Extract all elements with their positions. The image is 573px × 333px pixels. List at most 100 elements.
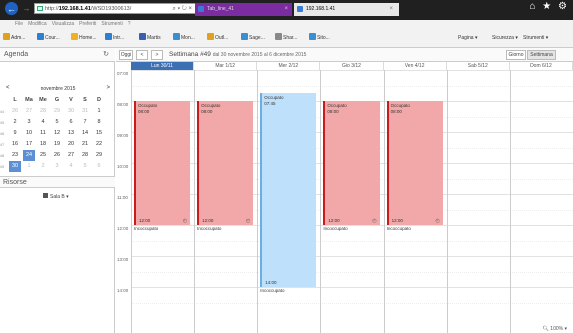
zoom-level[interactable]: 🔍︎ 100% ▾ [543, 326, 567, 332]
calendar-day[interactable]: 28 [37, 106, 49, 117]
calendar-day[interactable]: 5 [51, 117, 63, 128]
calendar-day[interactable]: 16 [9, 139, 21, 150]
favorite-link[interactable]: Sage... [241, 29, 265, 48]
day-header[interactable]: Sab 5/12 [447, 62, 510, 70]
day-header[interactable]: Dom 6/12 [510, 62, 573, 70]
calendar-day[interactable]: 30 [65, 106, 77, 117]
calendar-day[interactable]: 10 [23, 128, 35, 139]
day-column-divider [194, 70, 196, 333]
day-header[interactable]: Gio 3/12 [320, 62, 384, 70]
menu-item[interactable]: Strumenti [101, 21, 122, 27]
calendar-day[interactable]: 26 [51, 150, 63, 161]
calendar-day[interactable]: 6 [65, 117, 77, 128]
resource-selector[interactable]: Sala B ▾ [40, 193, 72, 202]
weekday-label: Ma [25, 97, 33, 103]
command-menu[interactable]: Sicurezza ▾ [492, 29, 518, 48]
calendar-event[interactable]: Occupato 07:45 14:00 [260, 93, 317, 287]
view-week-button[interactable]: Settimana [527, 50, 556, 60]
favorite-link[interactable]: Shar... [275, 29, 297, 48]
calendar-day[interactable]: 28 [79, 150, 91, 161]
favorite-label: Sito... [317, 35, 330, 41]
calendar-day[interactable]: 29 [93, 150, 105, 161]
calendar-day[interactable]: 18 [37, 139, 49, 150]
menu-item[interactable]: Modifica [28, 21, 47, 27]
prev-week-button[interactable]: < [136, 50, 148, 60]
favorite-label: Home... [79, 35, 97, 41]
calendar-day[interactable]: 31 [79, 106, 91, 117]
menu-item[interactable]: ? [128, 21, 131, 27]
favorite-link[interactable]: Home... [71, 29, 97, 48]
day-header[interactable]: Mer 2/12 [257, 62, 321, 70]
calendar-day[interactable]: 27 [23, 106, 35, 117]
search-refresh-icons[interactable]: ⌕ ▾ ↻ × [173, 4, 192, 13]
favorite-link[interactable]: Cour... [37, 29, 60, 48]
calendar-day[interactable]: 11 [37, 128, 49, 139]
calendar-day[interactable]: 24 [23, 150, 35, 161]
calendar-day[interactable]: 4 [65, 161, 77, 172]
refresh-icon[interactable]: ↻ [103, 50, 109, 58]
menu-item[interactable]: Visualizza [52, 21, 74, 27]
menu-item[interactable]: File [15, 21, 23, 27]
time-grid[interactable]: 07:00 08:00 09:00 10:00 11:00 12:00 13:00 14:00… [116, 70, 573, 333]
calendar-day[interactable]: 8 [93, 117, 105, 128]
favorite-link[interactable]: Mon... [173, 29, 195, 48]
calendar-day[interactable]: 12 [51, 128, 63, 139]
tab-close-icon[interactable]: × [389, 3, 393, 16]
favorite-link[interactable]: Intr... [105, 29, 124, 48]
calendar-day[interactable]: 19 [51, 139, 63, 150]
day-column-divider [320, 70, 322, 333]
today-button[interactable]: Oggi [119, 50, 133, 60]
calendar-day[interactable]: 5 [79, 161, 91, 172]
view-day-button[interactable]: Giorno [506, 50, 526, 60]
back-button[interactable]: ← [5, 2, 18, 15]
calendar-day[interactable]: 14 [79, 128, 91, 139]
favorite-link[interactable]: Adm... [3, 29, 25, 48]
calendar-day[interactable]: 30 [9, 161, 21, 172]
next-month-button[interactable]: > [106, 85, 110, 91]
favorite-link[interactable]: Martis [139, 29, 161, 48]
calendar-day[interactable]: 13 [65, 128, 77, 139]
calendar-day[interactable]: 29 [51, 106, 63, 117]
calendar-day[interactable]: 21 [79, 139, 91, 150]
forward-button[interactable]: → [21, 2, 32, 15]
home-favorites-settings-icons[interactable]: ⌂ ★ ⚙ [529, 1, 569, 12]
calendar-day[interactable]: 3 [23, 117, 35, 128]
command-menu[interactable]: Pagina ▾ [458, 29, 477, 48]
sidebar: Agenda ↻ < novembre 2015 > L Ma Me G V S D 44 26… [0, 48, 115, 333]
calendar-day[interactable]: 15 [93, 128, 105, 139]
calendar-day[interactable]: 1 [23, 161, 35, 172]
hour-line [131, 256, 573, 257]
calendar-event[interactable]: Occupato 08:00 12:00 ◴ [134, 101, 191, 225]
calendar-day[interactable]: 25 [37, 150, 49, 161]
day-header[interactable]: Ven 4/12 [384, 62, 447, 70]
calendar-day[interactable]: 27 [65, 150, 77, 161]
menu-item[interactable]: Preferiti [79, 21, 96, 27]
next-week-button[interactable]: > [151, 50, 163, 60]
calendar-day[interactable]: 1 [93, 106, 105, 117]
calendar-day[interactable]: 26 [9, 106, 21, 117]
calendar-day[interactable]: 9 [9, 128, 21, 139]
calendar-day[interactable]: 23 [9, 150, 21, 161]
tab-2[interactable]: 192.168.1.41 × [294, 3, 399, 16]
calendar-day[interactable]: 17 [23, 139, 35, 150]
tab-close-icon[interactable]: × [284, 3, 288, 16]
day-header[interactable]: Lun 30/11 [131, 62, 195, 70]
favorite-link[interactable]: Outl... [207, 29, 228, 48]
calendar-day[interactable]: 2 [37, 161, 49, 172]
address-bar[interactable]: http://192.168.1.41/WSD19300613/ ⌕ ▾ ↻ × [34, 3, 196, 14]
day-header[interactable]: Mar 1/12 [194, 62, 258, 70]
calendar-day[interactable]: 7 [79, 117, 91, 128]
calendar-event[interactable]: Occupato 08:00 12:00 ◴ [386, 101, 443, 225]
day-column-divider [509, 70, 511, 333]
calendar-event[interactable]: Occupato 08:00 12:00 ◴ [323, 101, 380, 225]
calendar-day[interactable]: 2 [9, 117, 21, 128]
calendar-event[interactable]: Occupato 08:00 12:00 ◴ [197, 101, 254, 225]
calendar-day[interactable]: 4 [37, 117, 49, 128]
calendar-day[interactable]: 22 [93, 139, 105, 150]
command-menu[interactable]: Strumenti ▾ [523, 29, 548, 48]
favorite-link[interactable]: Sito... [309, 29, 330, 48]
tab-1[interactable]: Tab_line_41 × [195, 3, 292, 16]
calendar-day[interactable]: 6 [93, 161, 105, 172]
calendar-day[interactable]: 3 [51, 161, 63, 172]
calendar-day[interactable]: 20 [65, 139, 77, 150]
